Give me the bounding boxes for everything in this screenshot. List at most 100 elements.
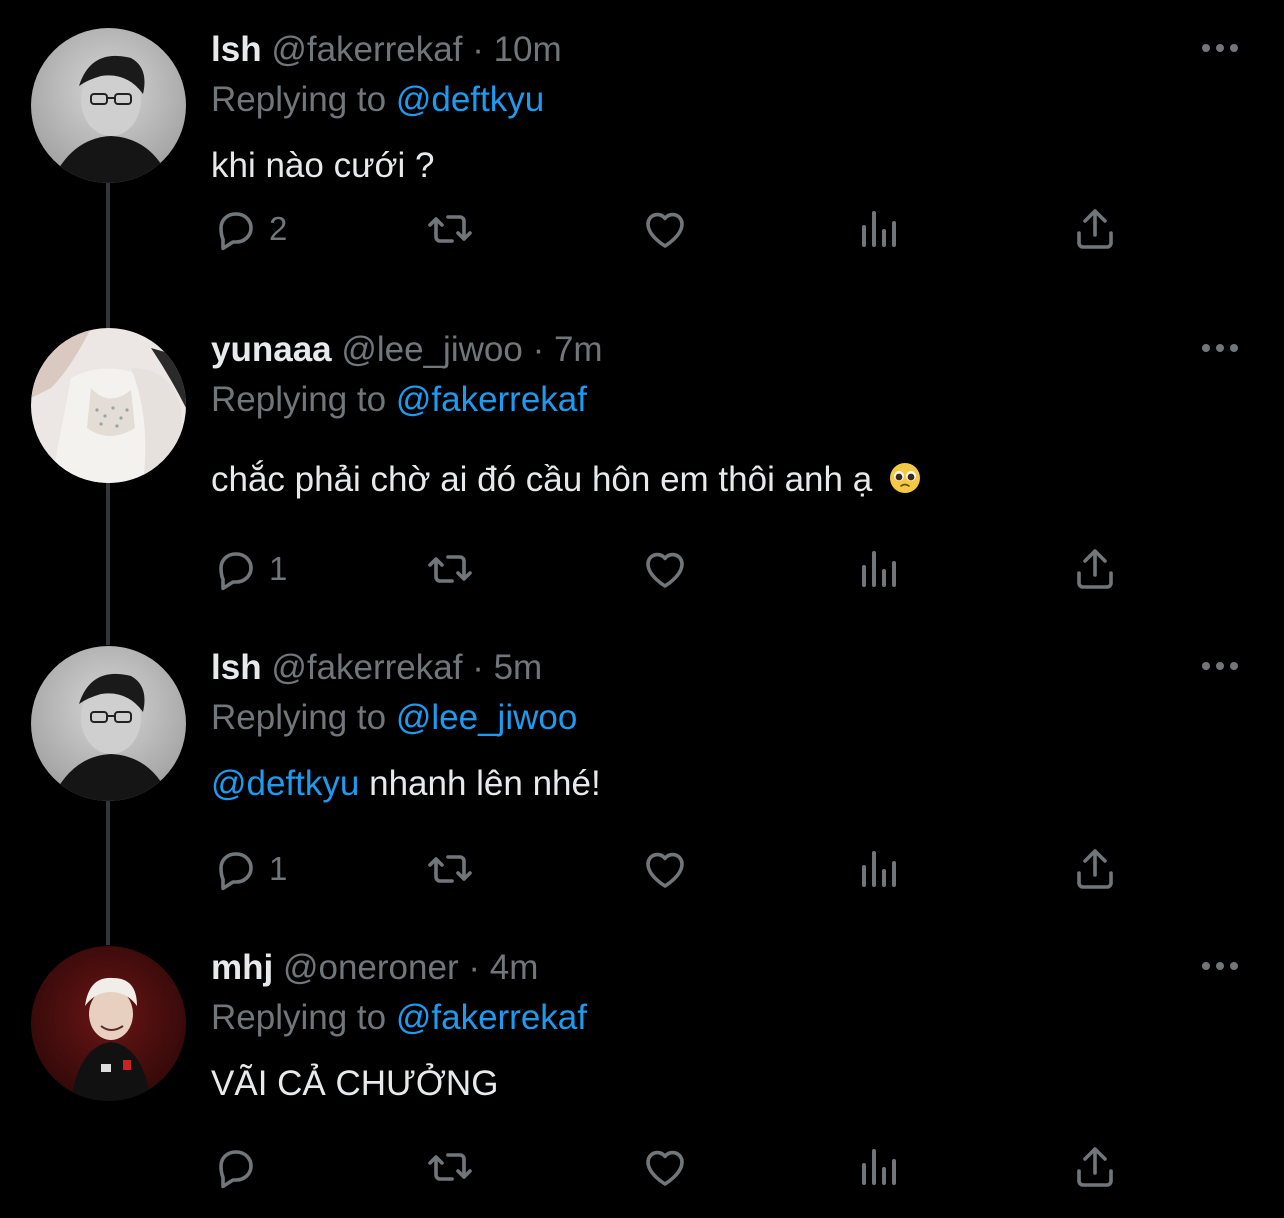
tweet-text: @deftkyu nhanh lên nhé!: [211, 764, 601, 804]
more-options-icon[interactable]: [1200, 656, 1240, 676]
like-button[interactable]: [641, 1142, 689, 1192]
more-options-icon[interactable]: [1200, 38, 1240, 58]
views-icon: [862, 551, 896, 587]
reply-count: 2: [269, 210, 288, 247]
timestamp[interactable]: 7m: [554, 330, 603, 369]
retweet-icon: [428, 855, 472, 883]
reply-button[interactable]: 1: [211, 844, 287, 894]
user-handle[interactable]: @lee_jiwoo: [341, 330, 522, 369]
display-name[interactable]: yunaaa: [211, 330, 332, 369]
tweet-actions: 1: [211, 544, 1131, 594]
replying-to-mention[interactable]: @deftkyu: [396, 80, 544, 119]
views-button[interactable]: [856, 544, 904, 594]
replying-to-mention[interactable]: @fakerrekaf: [396, 380, 587, 419]
user-handle[interactable]: @fakerrekaf: [271, 648, 462, 687]
tweet-text: chắc phải chờ ai đó cầu hôn em thôi anh …: [211, 460, 922, 500]
like-button[interactable]: [641, 844, 689, 894]
tweet-actions: 1: [211, 844, 1131, 894]
user-handle[interactable]: @fakerrekaf: [271, 30, 462, 69]
reply-button[interactable]: [211, 1142, 269, 1192]
replying-to-mention[interactable]: @lee_jiwoo: [396, 698, 577, 737]
tweet-header: mhj @oneroner · 4m: [211, 948, 538, 988]
share-icon: [1077, 1147, 1113, 1187]
retweet-button[interactable]: [426, 204, 474, 254]
tweet-body-mention[interactable]: @deftkyu: [211, 764, 359, 803]
replying-to-prefix: Replying to: [211, 698, 387, 737]
like-icon: [646, 212, 684, 248]
user-handle[interactable]: @oneroner: [283, 948, 459, 987]
views-button[interactable]: [856, 204, 904, 254]
tweet-header: lsh @fakerrekaf · 10m: [211, 30, 562, 70]
like-button[interactable]: [641, 204, 689, 254]
retweet-icon: [428, 215, 472, 243]
tweet-header: lsh @fakerrekaf · 5m: [211, 648, 542, 688]
replying-to: Replying to @deftkyu: [211, 80, 544, 120]
share-button[interactable]: [1071, 204, 1119, 254]
avatar[interactable]: [31, 28, 186, 183]
reply-button[interactable]: 1: [211, 544, 287, 594]
share-button[interactable]: [1071, 1142, 1119, 1192]
tweet-body-text: VÃI CẢ CHƯỞNG: [211, 1064, 499, 1103]
reply-count: 1: [269, 550, 288, 587]
timestamp[interactable]: 5m: [494, 648, 543, 687]
replying-to-prefix: Replying to: [211, 380, 387, 419]
replying-to-prefix: Replying to: [211, 80, 387, 119]
share-button[interactable]: [1071, 544, 1119, 594]
retweet-icon: [428, 555, 472, 583]
more-options-icon[interactable]: [1200, 956, 1240, 976]
display-name[interactable]: lsh: [211, 648, 262, 687]
replying-to: Replying to @fakerrekaf: [211, 380, 587, 420]
reply-count: 1: [269, 850, 288, 887]
reply-icon: [219, 212, 253, 251]
like-icon: [646, 552, 684, 588]
separator-dot: ·: [472, 648, 484, 687]
retweet-button[interactable]: [426, 844, 474, 894]
timestamp[interactable]: 10m: [494, 30, 562, 69]
replying-to: Replying to @fakerrekaf: [211, 998, 587, 1038]
tweet-body-text: khi nào cưới ?: [211, 146, 435, 185]
tweet-actions: [211, 1142, 1131, 1192]
replying-to: Replying to @lee_jiwoo: [211, 698, 577, 738]
share-button[interactable]: [1071, 844, 1119, 894]
reply-icon: [219, 552, 253, 591]
avatar[interactable]: [31, 328, 186, 483]
tweet-body-text: chắc phải chờ ai đó cầu hôn em thôi anh …: [211, 460, 873, 499]
tweet-body-text: nhanh lên nhé!: [369, 764, 601, 803]
pleading-face-emoji: [888, 461, 922, 495]
tweet[interactable]: mhj @oneroner · 4m Replying to @fakerrek…: [0, 918, 1284, 1218]
separator-dot: ·: [472, 30, 484, 69]
more-options-icon[interactable]: [1200, 338, 1240, 358]
replying-to-prefix: Replying to: [211, 998, 387, 1037]
views-icon: [862, 851, 896, 887]
share-icon: [1077, 849, 1113, 889]
retweet-button[interactable]: [426, 544, 474, 594]
reply-button[interactable]: 2: [211, 204, 287, 254]
tweet-actions: 2: [211, 204, 1131, 254]
like-icon: [646, 852, 684, 888]
tweet[interactable]: yunaaa @lee_jiwoo · 7m Replying to @fake…: [0, 300, 1284, 600]
display-name[interactable]: mhj: [211, 948, 273, 987]
avatar[interactable]: [31, 946, 186, 1101]
reply-icon: [219, 1150, 253, 1189]
tweet[interactable]: lsh @fakerrekaf · 5m Replying to @lee_ji…: [0, 618, 1284, 918]
like-button[interactable]: [641, 544, 689, 594]
share-icon: [1077, 549, 1113, 589]
timestamp[interactable]: 4m: [490, 948, 539, 987]
display-name[interactable]: lsh: [211, 30, 262, 69]
replying-to-mention[interactable]: @fakerrekaf: [396, 998, 587, 1037]
retweet-button[interactable]: [426, 1142, 474, 1192]
reply-thread: lsh @fakerrekaf · 10m Replying to @deftk…: [0, 0, 1284, 1207]
tweet-text: VÃI CẢ CHƯỞNG: [211, 1064, 498, 1104]
views-icon: [862, 1149, 896, 1185]
avatar[interactable]: [31, 646, 186, 801]
tweet-text: khi nào cưới ?: [211, 146, 434, 186]
tweet[interactable]: lsh @fakerrekaf · 10m Replying to @deftk…: [0, 0, 1284, 300]
retweet-icon: [428, 1153, 472, 1181]
separator-dot: ·: [532, 330, 545, 369]
share-icon: [1077, 209, 1113, 249]
views-icon: [862, 211, 896, 247]
separator-dot: ·: [468, 948, 480, 987]
like-icon: [646, 1150, 684, 1186]
views-button[interactable]: [856, 1142, 904, 1192]
views-button[interactable]: [856, 844, 904, 894]
